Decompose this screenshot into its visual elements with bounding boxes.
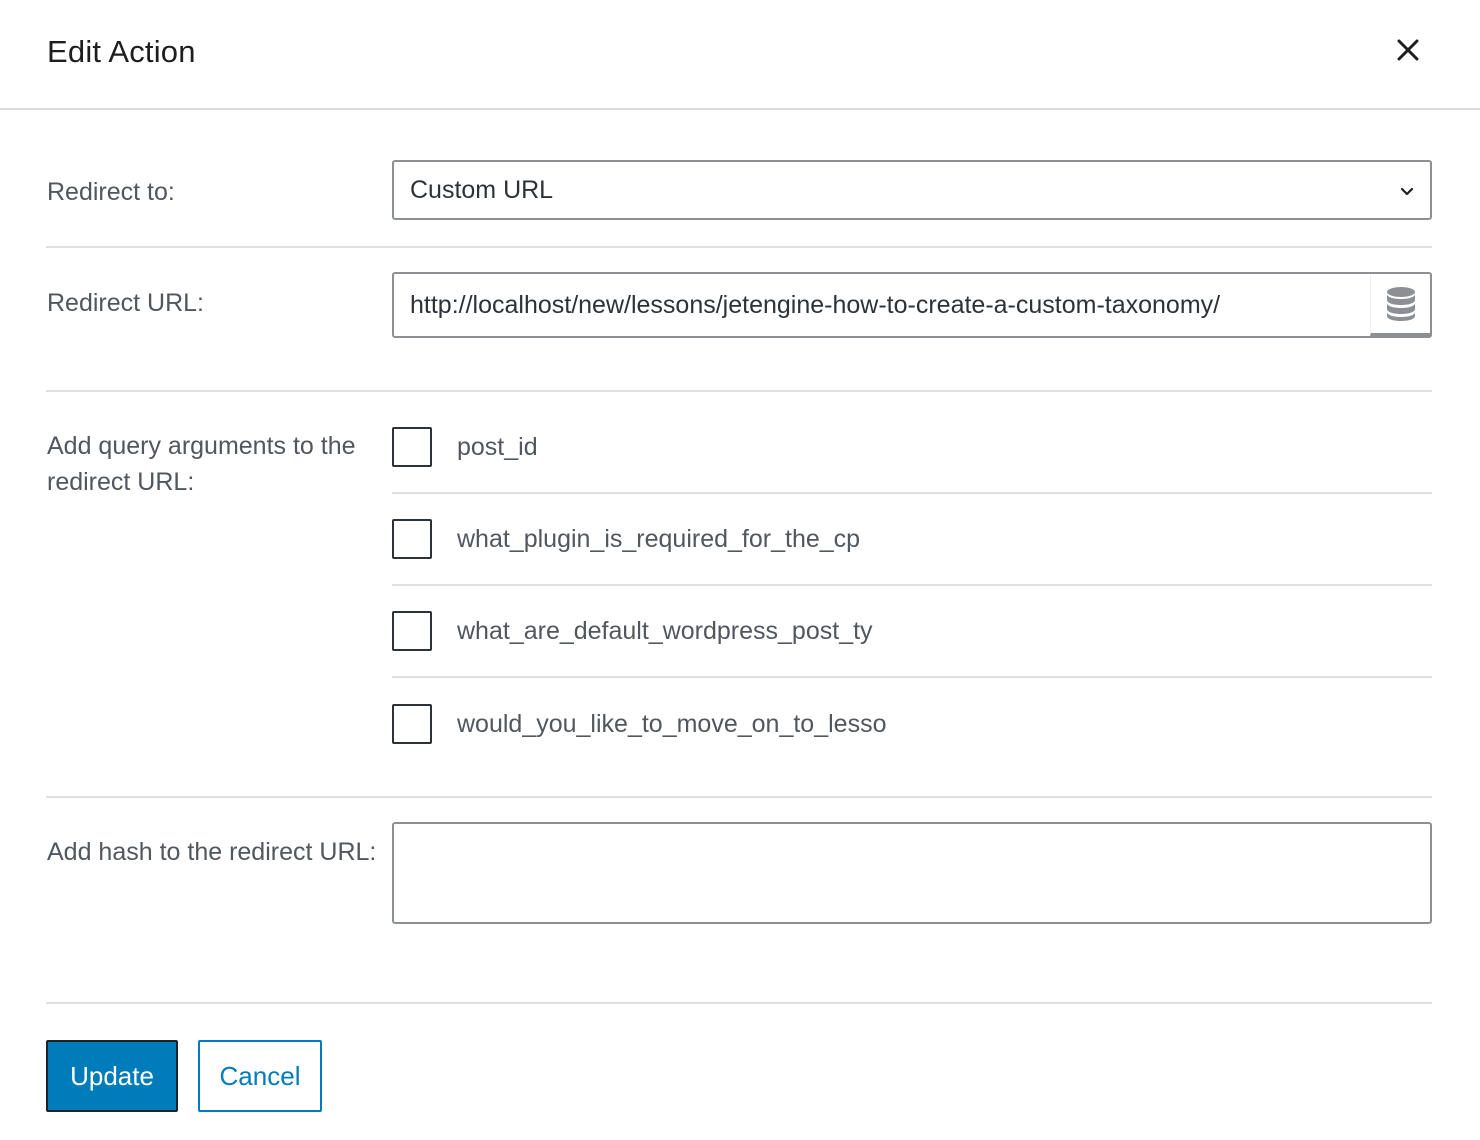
checkbox[interactable] — [392, 611, 432, 651]
checkbox[interactable] — [392, 427, 432, 467]
close-icon — [1397, 39, 1419, 61]
query-arg-label: what_plugin_is_required_for_the_cp — [457, 524, 861, 553]
query-arg-option[interactable]: what_are_default_wordpress_post_ty — [392, 586, 1432, 678]
dynamic-data-button[interactable] — [1370, 274, 1430, 336]
query-args-label: Add query arguments to the redirect URL: — [47, 432, 356, 496]
query-arg-label: post_id — [457, 432, 538, 461]
query-arg-option[interactable]: what_plugin_is_required_for_the_cp — [392, 494, 1432, 586]
redirect-to-label: Redirect to: — [47, 178, 175, 206]
divider — [46, 1002, 1432, 1004]
hash-label: Add hash to the redirect URL: — [47, 838, 377, 866]
query-arg-label: would_you_like_to_move_on_to_lesso — [457, 709, 887, 738]
checkbox[interactable] — [392, 519, 432, 559]
divider — [46, 246, 1432, 248]
redirect-url-field — [392, 272, 1432, 338]
redirect-url-label: Redirect URL: — [47, 289, 204, 317]
hash-row: Add hash to the redirect URL: — [46, 822, 1432, 924]
cancel-button[interactable]: Cancel — [198, 1040, 322, 1112]
hash-input[interactable] — [394, 824, 1430, 922]
update-button[interactable]: Update — [46, 1040, 178, 1112]
divider — [46, 796, 1432, 798]
hash-field — [392, 822, 1432, 924]
chevron-down-icon — [1400, 187, 1414, 196]
modal-header: Edit Action — [0, 0, 1480, 110]
divider — [46, 390, 1432, 392]
redirect-to-select[interactable]: Custom URL — [392, 160, 1432, 220]
checkbox[interactable] — [392, 704, 432, 744]
redirect-url-input[interactable] — [394, 273, 1370, 337]
query-arg-label: what_are_default_wordpress_post_ty — [457, 616, 873, 645]
redirect-to-row: Redirect to: Custom URL — [46, 160, 1432, 220]
query-arg-option[interactable]: post_id — [392, 402, 1432, 494]
close-button[interactable] — [1384, 26, 1432, 74]
modal-title: Edit Action — [47, 34, 196, 69]
query-arg-option[interactable]: would_you_like_to_move_on_to_lesso — [392, 678, 1432, 770]
redirect-to-value: Custom URL — [410, 175, 554, 204]
database-icon — [1386, 286, 1415, 321]
edit-action-modal: Edit Action Redirect to: Custom URL Redi… — [0, 0, 1480, 1140]
redirect-url-row: Redirect URL: — [46, 272, 1432, 338]
query-args-row: Add query arguments to the redirect URL:… — [46, 402, 1432, 770]
